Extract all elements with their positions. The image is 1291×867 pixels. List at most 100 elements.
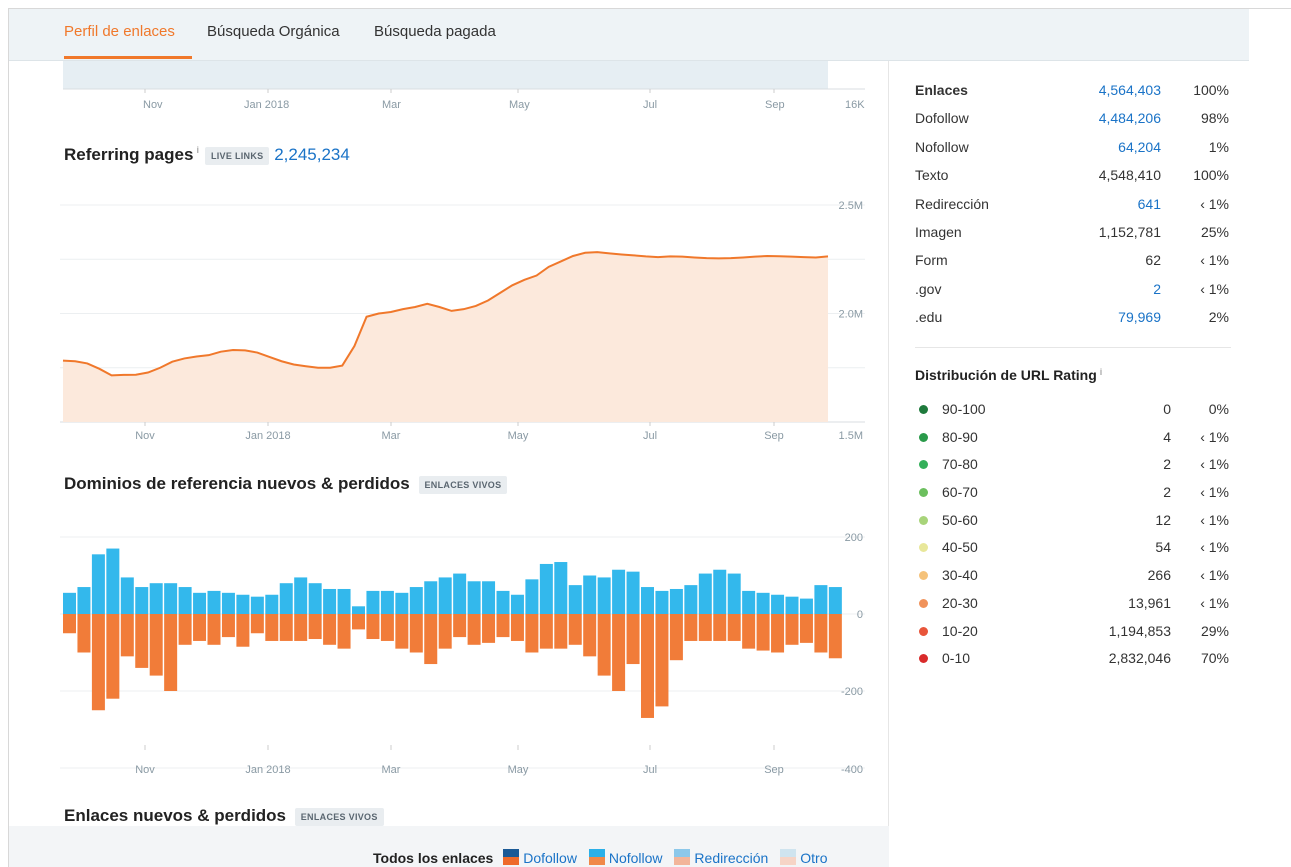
bar-new xyxy=(250,596,264,614)
url-rating-row: 10-20 1,194,853 29% xyxy=(915,618,1231,646)
rating-range: 70-80 xyxy=(942,456,978,473)
stat-value: 4,548,410 xyxy=(1098,167,1161,184)
rating-pct: ‹ 1% xyxy=(1200,567,1229,584)
legend-otro[interactable]: Otro xyxy=(800,850,827,866)
stat-value[interactable]: 641 xyxy=(1138,196,1161,212)
y-tick-label: 2.5M xyxy=(839,200,863,212)
top-chart-area xyxy=(63,61,828,89)
bar-new xyxy=(106,548,120,614)
bar-new xyxy=(554,562,568,614)
bar-lost xyxy=(207,614,221,645)
bar-lost xyxy=(265,614,279,641)
bar-new xyxy=(135,587,149,614)
rating-pct: ‹ 1% xyxy=(1200,456,1229,473)
rating-pct: 29% xyxy=(1200,622,1229,639)
column-divider xyxy=(888,61,889,867)
stat-value[interactable]: 4,484,206 xyxy=(1099,110,1161,126)
rating-range: 50-60 xyxy=(942,511,978,528)
bar-new xyxy=(279,583,293,614)
bar-new xyxy=(785,596,799,614)
rating-pct: ‹ 1% xyxy=(1200,484,1229,501)
stat-value[interactable]: 79,969 xyxy=(1118,309,1161,325)
bar-lost xyxy=(106,614,120,699)
legend-redireccion[interactable]: Redirección xyxy=(694,850,768,866)
bar-new xyxy=(308,583,322,614)
legend-dofollow[interactable]: Dofollow xyxy=(523,850,577,866)
bar-new xyxy=(510,594,524,614)
bar-lost xyxy=(409,614,423,653)
stat-row-gov: .gov 2 ‹ 1% xyxy=(915,275,1231,303)
stat-value[interactable]: 4,564,403 xyxy=(1099,82,1161,98)
top-mini-chart: Nov Jan 2018 Mar May Jul Sep 16K xyxy=(63,61,865,111)
info-icon[interactable]: i xyxy=(1100,367,1103,377)
rating-count: 2,832,046 xyxy=(1108,650,1171,667)
bar-new xyxy=(756,592,770,614)
links-stats-table: Enlaces 4,564,403 100% Dofollow 4,484,206 98… xyxy=(915,76,1231,332)
x-tick-label: Nov xyxy=(135,764,155,776)
bar-lost xyxy=(583,614,597,657)
stat-pct: ‹ 1% xyxy=(1200,252,1229,269)
bar-lost xyxy=(337,614,351,649)
info-icon[interactable]: i xyxy=(196,145,199,155)
bar-new xyxy=(655,590,669,614)
rating-dot-icon xyxy=(919,543,928,553)
rating-dot-icon xyxy=(919,571,928,581)
bar-lost xyxy=(91,614,105,711)
rating-pct: 0% xyxy=(1208,401,1229,417)
bar-new xyxy=(698,573,712,614)
bar-lost xyxy=(641,614,654,718)
x-tick-label: Jul xyxy=(643,430,657,442)
bar-new xyxy=(380,590,394,614)
tab-busqueda-organica[interactable]: Búsqueda Orgánica xyxy=(207,23,340,40)
bar-lost xyxy=(698,614,712,641)
referring-pages-header: Referring pages i LIVE LINKS 2,245,234 xyxy=(64,145,350,165)
bar-new xyxy=(366,590,380,614)
stat-value[interactable]: 64,204 xyxy=(1118,139,1161,155)
top-x-tick-label: Jan 2018 xyxy=(244,99,289,111)
bar-lost xyxy=(828,614,842,659)
bar-new xyxy=(828,587,842,614)
dofollow-swatch xyxy=(503,849,520,865)
rating-range: 40-50 xyxy=(942,539,978,556)
stat-value[interactable]: 2 xyxy=(1153,281,1161,297)
legend-nofollow[interactable]: Nofollow xyxy=(609,850,663,866)
bar-new xyxy=(525,579,539,614)
stat-value: 62 xyxy=(1145,252,1161,269)
bar-lost xyxy=(525,614,539,653)
referring-pages-chart: Nov Jan 2018 Mar May Jul Sep 2.5M 2.0M 1.5M xyxy=(60,200,865,442)
bar-new xyxy=(193,592,207,614)
stat-label: Redirección xyxy=(915,195,989,212)
bar-lost xyxy=(742,614,756,649)
url-rating-row: 50-60 12 ‹ 1% xyxy=(915,507,1231,535)
referring-pages-count[interactable]: 2,245,234 xyxy=(274,145,350,164)
bar-lost xyxy=(727,614,741,641)
stat-label: Enlaces xyxy=(915,82,968,98)
bar-new xyxy=(453,573,467,614)
x-tick-label: Mar xyxy=(382,430,401,442)
bar-new xyxy=(583,575,597,614)
y-tick-label: -400 xyxy=(841,764,863,776)
bar-new xyxy=(612,569,626,614)
bar-lost xyxy=(453,614,467,638)
bar-new xyxy=(684,585,698,614)
bar-new xyxy=(164,583,178,614)
rating-pct: ‹ 1% xyxy=(1200,539,1229,556)
tab-busqueda-pagada[interactable]: Búsqueda pagada xyxy=(374,23,496,40)
bar-lost xyxy=(597,614,611,676)
bar-new xyxy=(63,592,76,614)
bar-lost xyxy=(178,614,192,645)
bar-lost xyxy=(395,614,409,649)
bar-lost xyxy=(814,614,828,653)
bar-lost xyxy=(771,614,785,653)
url-rating-table: 90-100 0 0% 80-90 4 ‹ 1% 70-80 2 ‹ 1% 60-70 2 ‹ 1% 5… xyxy=(915,396,1231,673)
bar-new xyxy=(438,577,452,614)
tab-perfil-de-enlaces[interactable]: Perfil de enlaces xyxy=(64,23,175,40)
bar-new xyxy=(352,606,365,614)
bar-lost xyxy=(308,614,322,640)
bar-new xyxy=(641,587,654,614)
bar-new xyxy=(236,594,250,614)
url-rating-row: 90-100 0 0% xyxy=(915,396,1231,424)
bar-lost xyxy=(626,614,640,665)
bar-new xyxy=(178,587,192,614)
stat-row-texto: Texto 4,548,410 100% xyxy=(915,161,1231,189)
